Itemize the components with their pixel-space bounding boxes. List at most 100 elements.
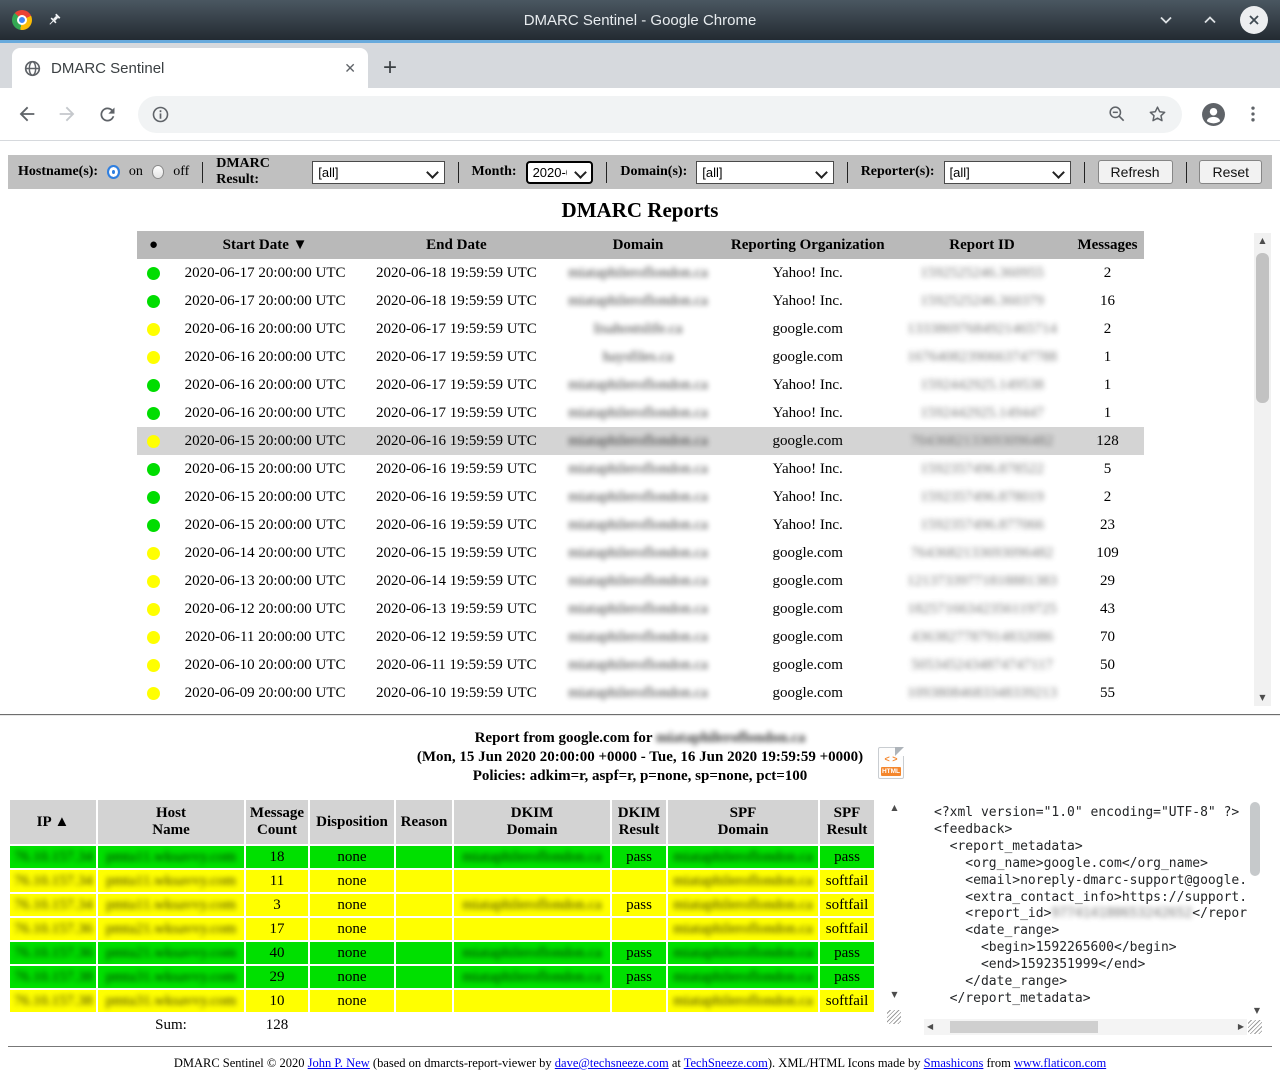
scroll-down-icon[interactable]: ▼ bbox=[886, 987, 903, 1003]
forward-button[interactable] bbox=[50, 97, 84, 131]
scroll-down-icon[interactable]: ▼ bbox=[1254, 1006, 1260, 1015]
header-spf-result[interactable]: SPF Result bbox=[820, 800, 874, 844]
scroll-thumb[interactable] bbox=[1250, 802, 1260, 876]
scroll-right-icon[interactable]: ▶ bbox=[1238, 1022, 1244, 1031]
hostname-off-radio[interactable] bbox=[152, 165, 164, 179]
report-row[interactable]: 2020-06-15 20:00:00 UTC2020-06-16 19:59:… bbox=[137, 483, 1144, 511]
report-cell-org: google.com bbox=[723, 539, 893, 567]
header-dkim-domain[interactable]: DKIM Domain bbox=[454, 800, 610, 844]
xml-vertical-scrollbar[interactable]: ▼ bbox=[1247, 798, 1262, 1019]
detail-cell-host: pmta11.wksavvy.com bbox=[98, 846, 244, 868]
header-reporting-organization[interactable]: Reporting Organization bbox=[723, 231, 893, 259]
reload-button[interactable] bbox=[90, 97, 124, 131]
footer-divider bbox=[8, 1046, 1272, 1048]
window-maximize-button[interactable] bbox=[1196, 6, 1224, 34]
new-tab-button[interactable]: + bbox=[368, 48, 412, 88]
header-host-name[interactable]: Host Name bbox=[98, 800, 244, 844]
avatar-button[interactable] bbox=[1196, 97, 1230, 131]
redacted-text: pmta21.wksavvy.com bbox=[106, 945, 237, 961]
scroll-thumb[interactable] bbox=[950, 1021, 1098, 1033]
report-row[interactable]: 2020-06-15 20:00:00 UTC2020-06-16 19:59:… bbox=[137, 427, 1144, 455]
xml-resize-grip[interactable] bbox=[1248, 1020, 1262, 1034]
report-cell-messages: 2 bbox=[1071, 315, 1143, 343]
footer-link[interactable]: TechSneeze.com bbox=[684, 1056, 768, 1070]
hostname-on-radio[interactable] bbox=[107, 165, 120, 179]
scroll-down-icon[interactable]: ▼ bbox=[1254, 690, 1271, 706]
report-row[interactable]: 2020-06-15 20:00:00 UTC2020-06-16 19:59:… bbox=[137, 511, 1144, 539]
scroll-up-icon[interactable]: ▲ bbox=[886, 800, 903, 816]
header-start-date[interactable]: Start Date ▼ bbox=[170, 231, 359, 259]
header-message-count[interactable]: Message Count bbox=[246, 800, 308, 844]
detail-cell-reason bbox=[396, 942, 452, 964]
report-row[interactable]: 2020-06-15 20:00:00 UTC2020-06-16 19:59:… bbox=[137, 455, 1144, 483]
detail-cell-dkim-result bbox=[612, 918, 666, 940]
back-button[interactable] bbox=[10, 97, 44, 131]
domain-select[interactable]: [all] bbox=[696, 161, 834, 184]
header-domain[interactable]: Domain bbox=[553, 231, 723, 259]
xml-horizontal-scrollbar[interactable]: ◀ ▶ bbox=[924, 1019, 1247, 1035]
report-cell-report-id: 7643682133693096482 bbox=[893, 539, 1072, 567]
report-row[interactable]: 2020-06-16 20:00:00 UTC2020-06-17 19:59:… bbox=[137, 343, 1144, 371]
window-minimize-button[interactable] bbox=[1152, 6, 1180, 34]
header-disposition[interactable]: Disposition bbox=[310, 800, 394, 844]
address-bar[interactable] bbox=[138, 96, 1182, 133]
dmarc-result-select[interactable]: [all] bbox=[312, 161, 444, 184]
header-spf-domain[interactable]: SPF Domain bbox=[668, 800, 818, 844]
html-file-icon[interactable]: < > HTML bbox=[878, 747, 904, 779]
header-messages[interactable]: Messages bbox=[1071, 231, 1143, 259]
report-row[interactable]: 2020-06-16 20:00:00 UTC2020-06-17 19:59:… bbox=[137, 315, 1144, 343]
footer-link[interactable]: dave@techsneeze.com bbox=[555, 1056, 669, 1070]
tab-close-icon[interactable]: ✕ bbox=[344, 60, 356, 77]
refresh-button[interactable]: Refresh bbox=[1098, 160, 1173, 184]
header-status-dot[interactable]: ● bbox=[137, 231, 171, 259]
detail-cell-disposition: none bbox=[310, 846, 394, 868]
xml-source-panel[interactable]: <?xml version="1.0" encoding="UTF-8" ?> … bbox=[924, 798, 1262, 1035]
report-row[interactable]: 2020-06-16 20:00:00 UTC2020-06-17 19:59:… bbox=[137, 399, 1144, 427]
report-row[interactable]: 2020-06-17 20:00:00 UTC2020-06-18 19:59:… bbox=[137, 287, 1144, 315]
detail-cell-spf-domain: miataphileroflondon.ca bbox=[668, 894, 818, 916]
hostname-off-label[interactable]: off bbox=[173, 164, 189, 180]
tab-dmarc-sentinel[interactable]: DMARC Sentinel ✕ bbox=[12, 48, 368, 88]
report-row[interactable]: 2020-06-12 20:00:00 UTC2020-06-13 19:59:… bbox=[137, 595, 1144, 623]
report-cell-status bbox=[137, 567, 171, 595]
report-row[interactable]: 2020-06-11 20:00:00 UTC2020-06-12 19:59:… bbox=[137, 623, 1144, 651]
reporter-select[interactable]: [all] bbox=[944, 161, 1071, 184]
report-row[interactable]: 2020-06-14 20:00:00 UTC2020-06-15 19:59:… bbox=[137, 539, 1144, 567]
url-input[interactable] bbox=[179, 106, 1097, 122]
detail-resize-grip[interactable] bbox=[887, 1010, 901, 1024]
reset-button[interactable]: Reset bbox=[1199, 160, 1262, 184]
scroll-thumb[interactable] bbox=[1256, 253, 1269, 403]
report-heading-prefix: Report from google.com for bbox=[475, 730, 656, 746]
html-label: HTML bbox=[881, 767, 901, 776]
footer-link[interactable]: John P. New bbox=[308, 1056, 370, 1070]
footer-link[interactable]: Smashicons bbox=[924, 1056, 984, 1070]
report-cell-start-date: 2020-06-12 20:00:00 UTC bbox=[170, 595, 359, 623]
report-row[interactable]: 2020-06-09 20:00:00 UTC2020-06-10 19:59:… bbox=[137, 679, 1144, 707]
redacted-text: 76.10.157.36 bbox=[14, 921, 93, 937]
info-icon[interactable] bbox=[152, 106, 169, 123]
report-cell-status bbox=[137, 427, 171, 455]
footer-link[interactable]: www.flaticon.com bbox=[1014, 1056, 1106, 1070]
scroll-left-icon[interactable]: ◀ bbox=[927, 1022, 933, 1031]
hostname-on-label[interactable]: on bbox=[129, 164, 143, 180]
scroll-up-icon[interactable]: ▲ bbox=[1254, 233, 1271, 249]
bookmark-star-icon[interactable] bbox=[1147, 104, 1168, 125]
xml-source-text[interactable]: <?xml version="1.0" encoding="UTF-8" ?> … bbox=[924, 798, 1247, 1019]
header-dkim-result[interactable]: DKIM Result bbox=[612, 800, 666, 844]
window-close-button[interactable] bbox=[1240, 6, 1268, 34]
header-ip[interactable]: IP ▲ bbox=[10, 800, 96, 844]
reports-scrollbar[interactable]: ▲ ▼ bbox=[1254, 233, 1271, 706]
report-row[interactable]: 2020-06-10 20:00:00 UTC2020-06-11 19:59:… bbox=[137, 651, 1144, 679]
header-end-date[interactable]: End Date bbox=[360, 231, 553, 259]
report-cell-messages: 109 bbox=[1071, 539, 1143, 567]
month-select[interactable]: 2020-06 bbox=[526, 161, 594, 184]
report-row[interactable]: 2020-06-17 20:00:00 UTC2020-06-18 19:59:… bbox=[137, 259, 1144, 287]
zoom-out-icon[interactable] bbox=[1107, 104, 1127, 124]
detail-scrollbar[interactable]: ▲ ▼ bbox=[886, 800, 902, 1003]
report-row[interactable]: 2020-06-16 20:00:00 UTC2020-06-17 19:59:… bbox=[137, 371, 1144, 399]
menu-button[interactable] bbox=[1236, 97, 1270, 131]
header-report-id[interactable]: Report ID bbox=[893, 231, 1072, 259]
report-row[interactable]: 2020-06-13 20:00:00 UTC2020-06-14 19:59:… bbox=[137, 567, 1144, 595]
report-cell-status bbox=[137, 483, 171, 511]
header-reason[interactable]: Reason bbox=[396, 800, 452, 844]
